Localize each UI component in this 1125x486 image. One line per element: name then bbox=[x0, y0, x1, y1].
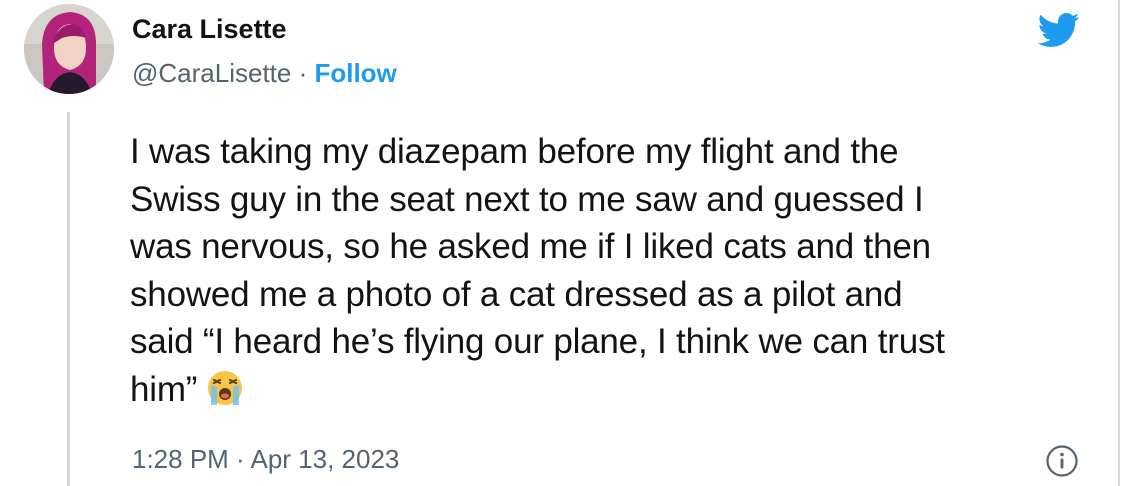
author-name[interactable]: Cara Lisette bbox=[132, 14, 287, 45]
avatar[interactable] bbox=[24, 4, 114, 94]
tweet-line: said “I heard he’s flying our plane, I t… bbox=[130, 322, 945, 361]
tweet-line: showed me a photo of a cat dressed as a … bbox=[130, 274, 903, 314]
tweet-timestamp[interactable]: 1:28 PM · Apr 13, 2023 bbox=[132, 444, 399, 475]
author-handle-row: @CaraLisette · Follow bbox=[132, 58, 397, 89]
handle-separator: · bbox=[291, 58, 315, 88]
tweet-last-line: him” bbox=[130, 366, 1090, 414]
tweet-line: him” bbox=[130, 369, 198, 409]
loudly-crying-face-icon bbox=[208, 370, 243, 405]
twitter-bird-icon[interactable] bbox=[1032, 8, 1084, 52]
tweet-text: I was taking my diazepam before my fligh… bbox=[130, 128, 1090, 413]
follow-link[interactable]: Follow bbox=[314, 58, 396, 88]
tweet-line: was nervous, so he asked me if I liked c… bbox=[130, 227, 931, 266]
tweet-card: Cara Lisette @CaraLisette · Follow I was… bbox=[0, 0, 1125, 486]
avatar-image bbox=[24, 4, 114, 94]
author-handle[interactable]: @CaraLisette bbox=[132, 58, 291, 88]
info-icon[interactable] bbox=[1045, 444, 1079, 478]
thread-line bbox=[67, 112, 70, 486]
tweet-line: I was taking my diazepam before my fligh… bbox=[130, 132, 899, 171]
tweet-line: Swiss guy in the seat next to me saw and… bbox=[130, 179, 924, 219]
